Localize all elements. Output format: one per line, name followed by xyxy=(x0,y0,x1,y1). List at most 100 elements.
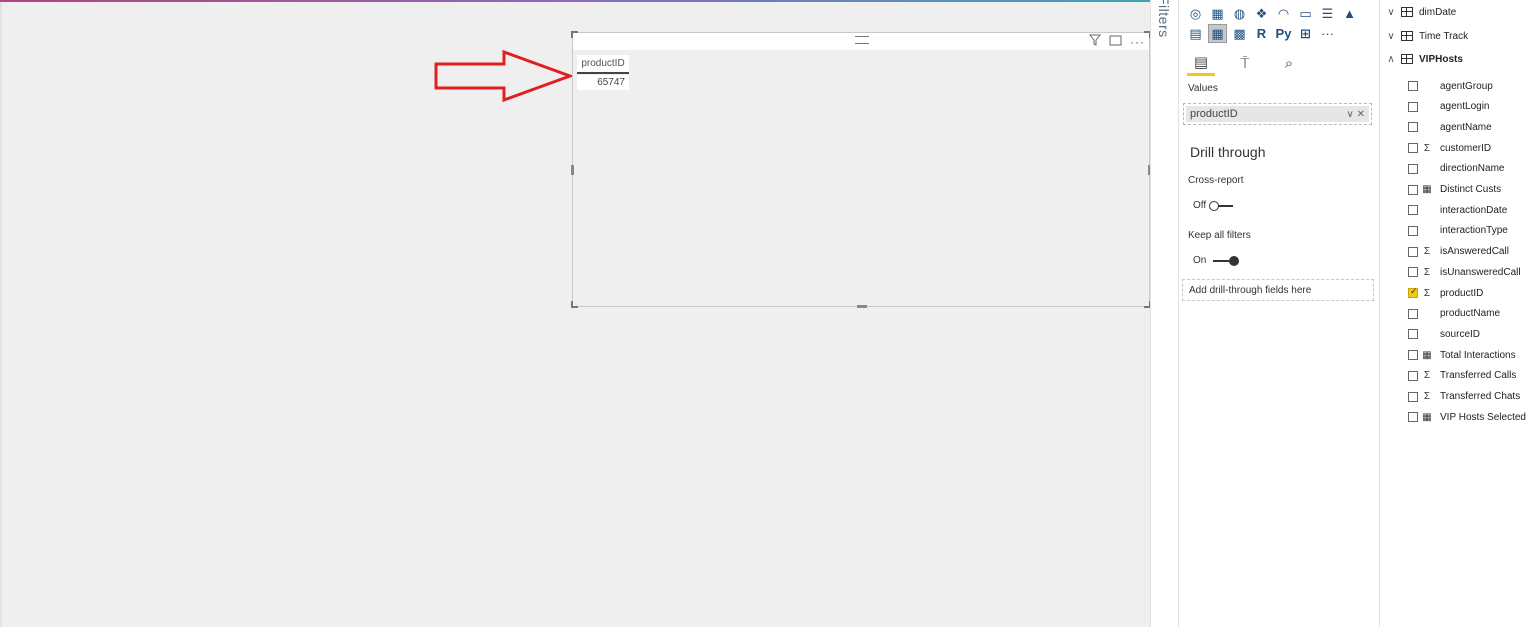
field-item[interactable]: Σ Transferred Chats xyxy=(1380,388,1536,406)
field-checkbox[interactable] xyxy=(1408,81,1418,91)
calculator-icon: ▦ xyxy=(1422,411,1432,423)
filled-map-icon[interactable]: ❖ xyxy=(1252,4,1271,23)
red-arrow-annotation xyxy=(434,50,574,102)
resize-handle-bottom[interactable] xyxy=(857,305,867,308)
field-item[interactable]: productName xyxy=(1380,305,1536,323)
field-item[interactable]: ▦ Distinct Custs xyxy=(1380,181,1536,199)
field-checkbox[interactable] xyxy=(1408,370,1418,381)
field-checkbox[interactable] xyxy=(1408,350,1418,361)
field-checkbox[interactable] xyxy=(1408,122,1418,133)
field-name: agentLogin xyxy=(1440,101,1490,113)
treemap-icon[interactable]: ▦ xyxy=(1208,4,1227,23)
card-icon[interactable]: ▭ xyxy=(1296,4,1315,23)
table-in-use-icon xyxy=(1401,54,1413,64)
resize-handle-bottom-left[interactable] xyxy=(571,301,578,308)
focus-mode-icon[interactable] xyxy=(1109,34,1122,49)
field-item[interactable]: agentLogin xyxy=(1380,98,1536,116)
field-checkbox[interactable] xyxy=(1408,391,1418,402)
more-visuals-icon[interactable]: ··· xyxy=(1318,24,1337,43)
field-checkbox[interactable] xyxy=(1408,267,1418,278)
table-icon xyxy=(1401,7,1413,17)
field-name: sourceID xyxy=(1440,328,1481,340)
table-item-time-track[interactable]: ∨ Time Track xyxy=(1380,27,1536,45)
remove-field-icon[interactable]: ✕ xyxy=(1357,109,1365,120)
field-name: Total Interactions xyxy=(1440,349,1516,361)
sigma-icon: Σ xyxy=(1423,142,1431,154)
field-item[interactable]: agentGroup xyxy=(1380,77,1536,95)
table-icon xyxy=(1401,31,1413,41)
drill-through-title: Drill through xyxy=(1190,144,1266,160)
filters-pane-collapsed[interactable]: Filters xyxy=(1150,0,1179,627)
field-item[interactable]: ▦ VIP Hosts Selected xyxy=(1380,408,1536,426)
field-checkbox[interactable] xyxy=(1408,329,1418,340)
python-script-icon[interactable]: Py xyxy=(1274,24,1293,43)
drill-through-drop-zone[interactable]: Add drill-through fields here xyxy=(1182,279,1374,301)
chevron-down-icon[interactable]: ∨ xyxy=(1384,31,1398,42)
field-item[interactable]: sourceID xyxy=(1380,325,1536,343)
field-item[interactable]: ΣisUnansweredCall xyxy=(1380,263,1536,281)
gauge-icon[interactable]: ◠ xyxy=(1274,4,1293,23)
field-item[interactable]: directionName xyxy=(1380,160,1536,178)
field-checkbox[interactable] xyxy=(1408,143,1418,154)
sigma-icon: Σ xyxy=(1423,287,1431,299)
resize-handle-left[interactable] xyxy=(571,165,574,175)
table-visual[interactable]: ··· productID 65747 xyxy=(571,31,1151,308)
field-name: productID xyxy=(1440,287,1484,299)
r-script-icon[interactable]: R xyxy=(1252,24,1271,43)
chevron-up-icon[interactable]: ∧ xyxy=(1384,54,1398,65)
table-item-viphosts[interactable]: ∧ VIPHosts xyxy=(1380,50,1536,68)
cross-report-toggle[interactable]: Off xyxy=(1193,200,1234,211)
field-checkbox[interactable] xyxy=(1408,101,1418,112)
analytics-magnifier-icon[interactable]: ⌕ xyxy=(1275,50,1303,76)
field-name: VIP Hosts Selected xyxy=(1440,411,1526,423)
field-checkbox[interactable] xyxy=(1408,412,1418,423)
slicer-icon[interactable]: ▤ xyxy=(1186,24,1205,43)
field-item[interactable]: agentName xyxy=(1380,118,1536,136)
field-name: interactionType xyxy=(1440,225,1508,237)
table-column-header[interactable]: productID xyxy=(577,55,629,74)
field-checkbox[interactable] xyxy=(1408,246,1418,257)
filter-icon[interactable] xyxy=(1088,34,1102,49)
resize-handle-top-left[interactable] xyxy=(571,31,578,38)
field-item[interactable]: interactionDate xyxy=(1380,201,1536,219)
field-item[interactable]: ▦ Total Interactions xyxy=(1380,346,1536,364)
format-paint-roller-icon[interactable]: ⍑ xyxy=(1231,50,1259,76)
values-field-pill[interactable]: productID ∨ ✕ xyxy=(1186,106,1369,122)
field-name: Transferred Chats xyxy=(1440,391,1521,402)
multi-row-card-icon[interactable]: ☰ xyxy=(1318,4,1337,23)
drag-grip-icon[interactable] xyxy=(855,36,869,44)
more-options-icon[interactable]: ··· xyxy=(1130,35,1145,49)
report-canvas[interactable]: ··· productID 65747 xyxy=(0,2,1151,627)
table-item-dimdate[interactable]: ∨ dimDate xyxy=(1380,3,1536,21)
cross-report-label: Cross-report xyxy=(1188,175,1244,186)
chevron-down-icon[interactable]: ∨ xyxy=(1347,109,1354,120)
field-checkbox[interactable] xyxy=(1408,308,1418,319)
keep-all-filters-toggle[interactable]: On xyxy=(1193,255,1240,266)
filters-label[interactable]: Filters xyxy=(1156,0,1172,38)
kpi-icon[interactable]: ▲ xyxy=(1340,4,1359,23)
fields-tab-icon[interactable]: ▤ xyxy=(1187,50,1215,76)
sigma-icon: Σ xyxy=(1423,370,1431,382)
chevron-down-icon[interactable]: ∨ xyxy=(1384,7,1398,18)
globe-map-icon[interactable]: ◍ xyxy=(1230,4,1249,23)
keep-all-filters-label: Keep all filters xyxy=(1188,230,1251,241)
field-checkbox[interactable] xyxy=(1408,205,1418,216)
field-item[interactable]: ΣproductID xyxy=(1380,284,1536,302)
values-field-name: productID xyxy=(1190,108,1238,120)
field-checkbox[interactable] xyxy=(1408,163,1418,174)
field-name: agentGroup xyxy=(1440,80,1493,92)
table-cell[interactable]: 65747 xyxy=(577,75,629,90)
field-item[interactable]: ΣcustomerID xyxy=(1380,139,1536,157)
field-name: isAnsweredCall xyxy=(1440,246,1509,258)
donut-chart-icon[interactable]: ◎ xyxy=(1186,4,1205,23)
field-checkbox[interactable] xyxy=(1408,184,1418,195)
field-item[interactable]: Σ Transferred Calls xyxy=(1380,367,1536,385)
values-well[interactable]: productID ∨ ✕ xyxy=(1183,103,1372,125)
field-checkbox[interactable] xyxy=(1408,286,1418,298)
field-item[interactable]: ΣisAnsweredCall xyxy=(1380,243,1536,261)
matrix-icon[interactable]: ▩ xyxy=(1230,24,1249,43)
field-checkbox[interactable] xyxy=(1408,225,1418,236)
key-influencers-icon[interactable]: ⊞ xyxy=(1296,24,1315,43)
field-item[interactable]: interactionType xyxy=(1380,222,1536,240)
table-icon[interactable]: ▦ xyxy=(1208,24,1227,43)
